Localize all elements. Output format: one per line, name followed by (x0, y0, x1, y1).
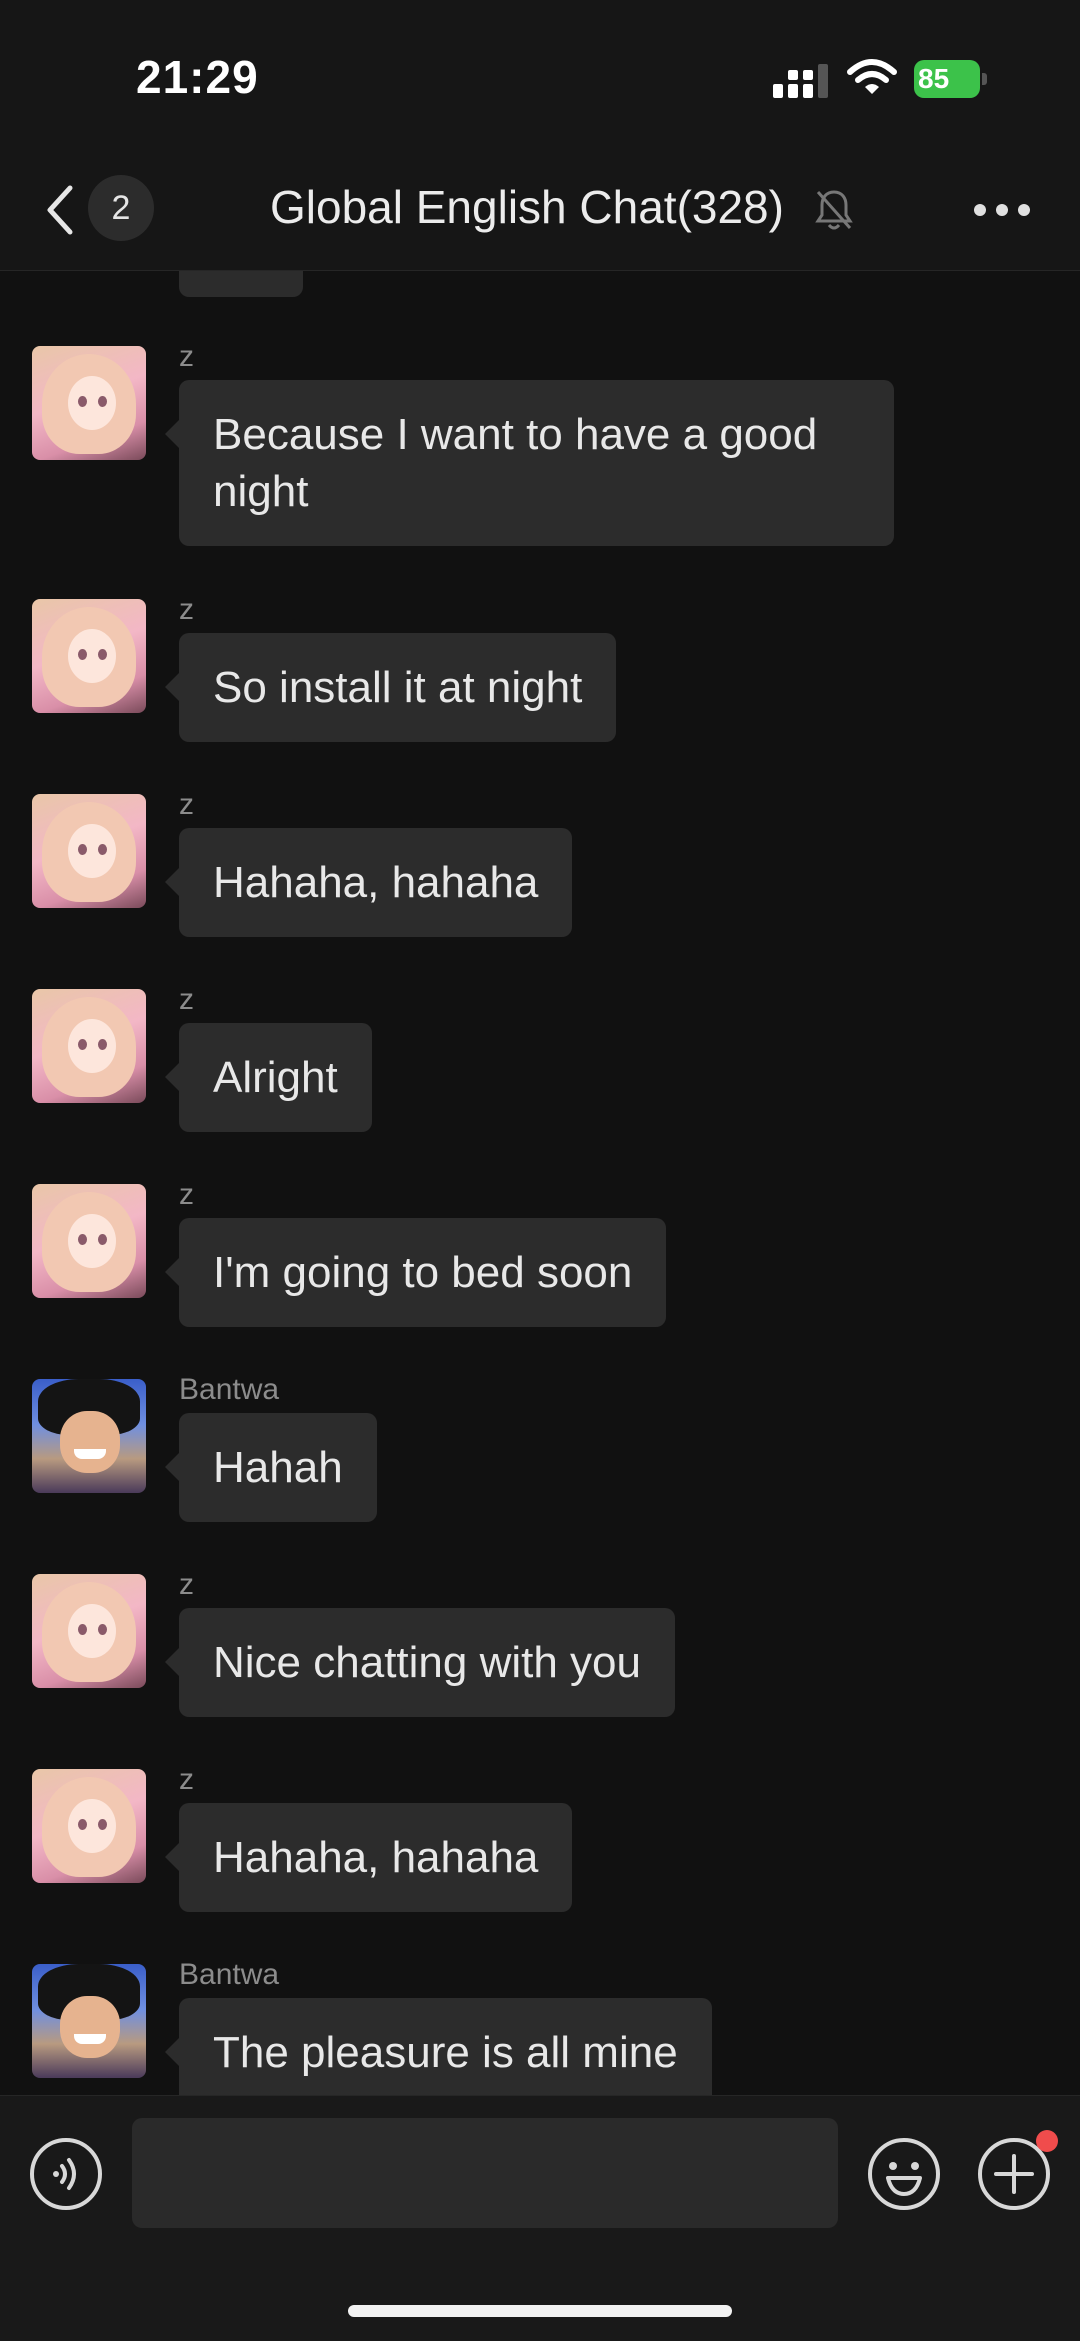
chevron-left-icon[interactable] (40, 180, 80, 240)
battery-icon: 85 (914, 60, 988, 98)
message-bubble[interactable]: The pleasure is all mine (165, 1998, 712, 2095)
avatar[interactable] (32, 1184, 146, 1298)
message-bubble[interactable]: Hahah (165, 1413, 377, 1522)
sender-name: z (179, 788, 194, 821)
wifi-icon (847, 59, 897, 94)
unread-count-badge[interactable]: 2 (88, 175, 154, 241)
sender-name: z (179, 593, 194, 626)
avatar[interactable] (32, 346, 146, 460)
sender-name: z (179, 340, 194, 373)
message-bubble[interactable]: Hahaha, hahaha (164, 1803, 573, 1912)
status-bar: 21:29 85 (0, 0, 1080, 150)
home-indicator[interactable] (348, 2305, 732, 2317)
chat-header: 2 Global English Chat(328) (0, 150, 1080, 271)
sender-name: z (179, 1178, 194, 1211)
bell-slash-icon (815, 190, 853, 230)
message-bubble[interactable]: Alright (165, 1023, 372, 1132)
notification-dot (1036, 2130, 1058, 2152)
ellipsis-icon (974, 204, 986, 216)
sender-name: z (179, 1763, 194, 1796)
chat-screen: 21:29 85 2 Global English Chat(328) z Be… (0, 0, 1080, 2341)
message-input[interactable] (132, 2118, 838, 2228)
message-bubble[interactable]: Nice chatting with you (165, 1608, 675, 1717)
message-list[interactable]: z Because I want to have a good night z … (0, 271, 1080, 2095)
message-bubble[interactable]: Hahaha, hahaha (164, 828, 573, 937)
avatar[interactable] (32, 1769, 146, 1883)
cellular-signal-icon (773, 64, 828, 98)
sender-name: z (179, 1568, 194, 1601)
message-bubble[interactable]: So install it at night (164, 633, 617, 742)
avatar[interactable] (32, 1574, 146, 1688)
chat-title[interactable]: Global English Chat(328) (270, 180, 784, 234)
avatar[interactable] (32, 989, 146, 1103)
status-time: 21:29 (136, 51, 259, 103)
voice-icon[interactable] (28, 2136, 104, 2212)
more-options-button[interactable] (974, 200, 1030, 220)
sender-name: Bantwa (179, 1373, 280, 1406)
battery-percent: 85 (918, 63, 950, 94)
message-bubble[interactable]: Because I want to have a good night (165, 380, 894, 546)
avatar[interactable] (32, 1379, 146, 1493)
emoji-icon[interactable] (866, 2136, 942, 2212)
avatar[interactable] (32, 1964, 146, 2078)
message-bubble-partial[interactable] (179, 271, 303, 297)
avatar[interactable] (32, 794, 146, 908)
message-bubble[interactable]: I'm going to bed soon (164, 1218, 667, 1327)
sender-name: z (179, 983, 194, 1016)
avatar[interactable] (32, 599, 146, 713)
sender-name: Bantwa (179, 1958, 280, 1991)
battery-level: 85 (914, 60, 980, 98)
